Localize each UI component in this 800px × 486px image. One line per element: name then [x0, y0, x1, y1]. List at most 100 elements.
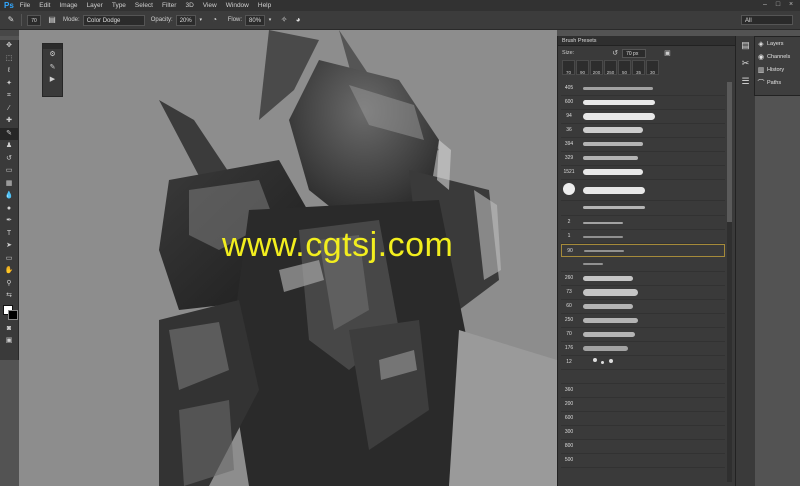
brush-preset-row[interactable]: 176 [561, 342, 725, 356]
hand-tool-icon[interactable]: ✋ [0, 265, 18, 278]
scrollbar-thumb[interactable] [727, 82, 732, 222]
eyedropper-tool-icon[interactable]: ⁄ [0, 103, 18, 116]
brush-size-picker[interactable]: 70 [27, 14, 41, 26]
brush-preset-row[interactable] [561, 180, 725, 201]
brush-presets-tab[interactable]: Brush Presets [558, 38, 601, 44]
brush-preset-row[interactable]: 73 [561, 286, 725, 300]
menu-help[interactable]: Help [258, 2, 271, 9]
menu-3d[interactable]: 3D [185, 2, 193, 9]
eraser-tool-icon[interactable]: ▭ [0, 165, 18, 178]
minimize-button[interactable]: – [760, 1, 770, 9]
swap-colors-icon[interactable]: ⇆ [0, 290, 18, 303]
opacity-input[interactable]: 20% [175, 14, 196, 26]
brush-preset-row[interactable]: 12 [561, 356, 725, 370]
screen-mode-icon[interactable]: ▣ [0, 335, 18, 348]
menu-edit[interactable]: Edit [39, 2, 50, 9]
brush-tool-icon[interactable]: ✎ [0, 127, 18, 140]
airbrush-icon[interactable]: ✧ [279, 15, 289, 25]
pressure-size-icon[interactable]: ◕ [293, 15, 303, 25]
brush-tool-icon[interactable]: ✎ [6, 15, 16, 25]
brush-preset-row[interactable]: 500 [561, 454, 725, 468]
brush-preset-row[interactable] [561, 258, 725, 272]
layers-panel-item[interactable]: ◈ Layers [755, 37, 800, 50]
history-panel-item[interactable]: ▥ History [755, 63, 800, 76]
flow-input[interactable]: 80% [245, 14, 266, 26]
path-select-tool-icon[interactable]: ➤ [0, 240, 18, 253]
brush-preset-row[interactable]: 94 [561, 110, 725, 124]
zoom-tool-icon[interactable]: ⚲ [0, 278, 18, 291]
menu-image[interactable]: Image [59, 2, 77, 9]
quick-mask-icon[interactable]: ◙ [0, 323, 18, 336]
brush-preset-row[interactable]: 260 [561, 272, 725, 286]
brush-preset-row[interactable] [561, 201, 725, 216]
stamp-tool-icon[interactable]: ♟ [0, 140, 18, 153]
brush-thumb[interactable]: 200 [590, 60, 603, 75]
healing-tool-icon[interactable]: ✚ [0, 115, 18, 128]
tool-options-icon[interactable]: ✂ [736, 54, 755, 72]
type-tool-icon[interactable]: T [0, 228, 18, 241]
menu-select[interactable]: Select [135, 2, 153, 9]
channels-panel-item[interactable]: ◉ Channels [755, 50, 800, 63]
mode-select[interactable]: Color Dodge [82, 14, 145, 26]
color-swatches[interactable] [0, 303, 18, 323]
brush-preset-row[interactable]: 600 [561, 412, 725, 426]
brush-preset-row-selected[interactable]: 90 [561, 244, 725, 257]
brush-preset-row[interactable]: 360 [561, 384, 725, 398]
menu-view[interactable]: View [203, 2, 217, 9]
brush-preset-row[interactable]: 600 [561, 96, 725, 110]
lasso-tool-icon[interactable]: ℓ [0, 65, 18, 78]
pressure-opacity-icon[interactable]: ◔ [210, 15, 220, 25]
gradient-tool-icon[interactable]: ▦ [0, 178, 18, 191]
brush-preset-row[interactable]: 70 [561, 328, 725, 342]
adjustments-icon[interactable]: ☰ [736, 72, 755, 90]
dodge-tool-icon[interactable]: ● [0, 203, 18, 216]
brush-preset-row[interactable]: 405 [561, 82, 725, 96]
quick-select-tool-icon[interactable]: ✦ [0, 78, 18, 91]
brush-preset-row[interactable]: 36 [561, 124, 725, 138]
brush-thumb[interactable]: 50 [618, 60, 631, 75]
brush-thumb[interactable]: 35 [632, 60, 645, 75]
move-tool-icon[interactable]: ✥ [0, 40, 18, 53]
brush-preset-row[interactable]: 250 [561, 314, 725, 328]
brush-preset-row[interactable]: 300 [561, 426, 725, 440]
brush-preset-row[interactable]: 200 [561, 398, 725, 412]
brush-thumb[interactable]: 30 [646, 60, 659, 75]
opacity-dropdown-icon[interactable]: ▾ [196, 15, 206, 25]
workspace-select[interactable]: All [741, 15, 793, 25]
flow-dropdown-icon[interactable]: ▾ [265, 15, 275, 25]
brush-thumb[interactable]: 70 [562, 60, 575, 75]
brush-preset-row[interactable]: 2 [561, 216, 725, 230]
background-color[interactable] [8, 309, 18, 320]
crop-tool-icon[interactable]: ⌗ [0, 90, 18, 103]
maximize-button[interactable]: □ [773, 1, 783, 9]
tool-presets-icon[interactable]: ⚙ [43, 49, 62, 62]
reset-size-icon[interactable]: ↺ [612, 49, 618, 57]
brush-preset-row[interactable]: 1 [561, 230, 725, 244]
brush-panel-toggle-icon[interactable]: ▤ [47, 15, 57, 25]
history-brush-tool-icon[interactable]: ↺ [0, 153, 18, 166]
brush-settings-icon[interactable]: ✎ [43, 62, 62, 75]
brush-thumb[interactable]: 90 [576, 60, 589, 75]
play-action-icon[interactable]: ▶ [43, 74, 62, 87]
marquee-tool-icon[interactable]: ⬚ [0, 53, 18, 66]
brush-preset-row[interactable]: 394 [561, 138, 725, 152]
brush-preset-row[interactable]: 329 [561, 152, 725, 166]
paths-panel-item[interactable]: ⌒ Paths [755, 76, 800, 89]
pen-tool-icon[interactable]: ✒ [0, 215, 18, 228]
brush-panel-icon[interactable]: ▤ [736, 36, 755, 54]
menu-window[interactable]: Window [226, 2, 249, 9]
menu-file[interactable]: File [20, 2, 30, 9]
menu-type[interactable]: Type [112, 2, 126, 9]
brush-preset-row[interactable] [561, 370, 725, 384]
brush-preset-row[interactable]: 60 [561, 300, 725, 314]
menu-layer[interactable]: Layer [87, 2, 103, 9]
size-input[interactable]: 70 px [622, 48, 647, 58]
brush-list-scrollbar[interactable] [727, 82, 732, 482]
blur-tool-icon[interactable]: 💧 [0, 190, 18, 203]
menu-filter[interactable]: Filter [162, 2, 176, 9]
close-button[interactable]: × [786, 1, 796, 9]
shape-tool-icon[interactable]: ▭ [0, 253, 18, 266]
brush-preset-row[interactable]: 800 [561, 440, 725, 454]
new-preset-icon[interactable]: ▣ [664, 49, 671, 57]
brush-preset-row[interactable]: 1521 [561, 166, 725, 180]
